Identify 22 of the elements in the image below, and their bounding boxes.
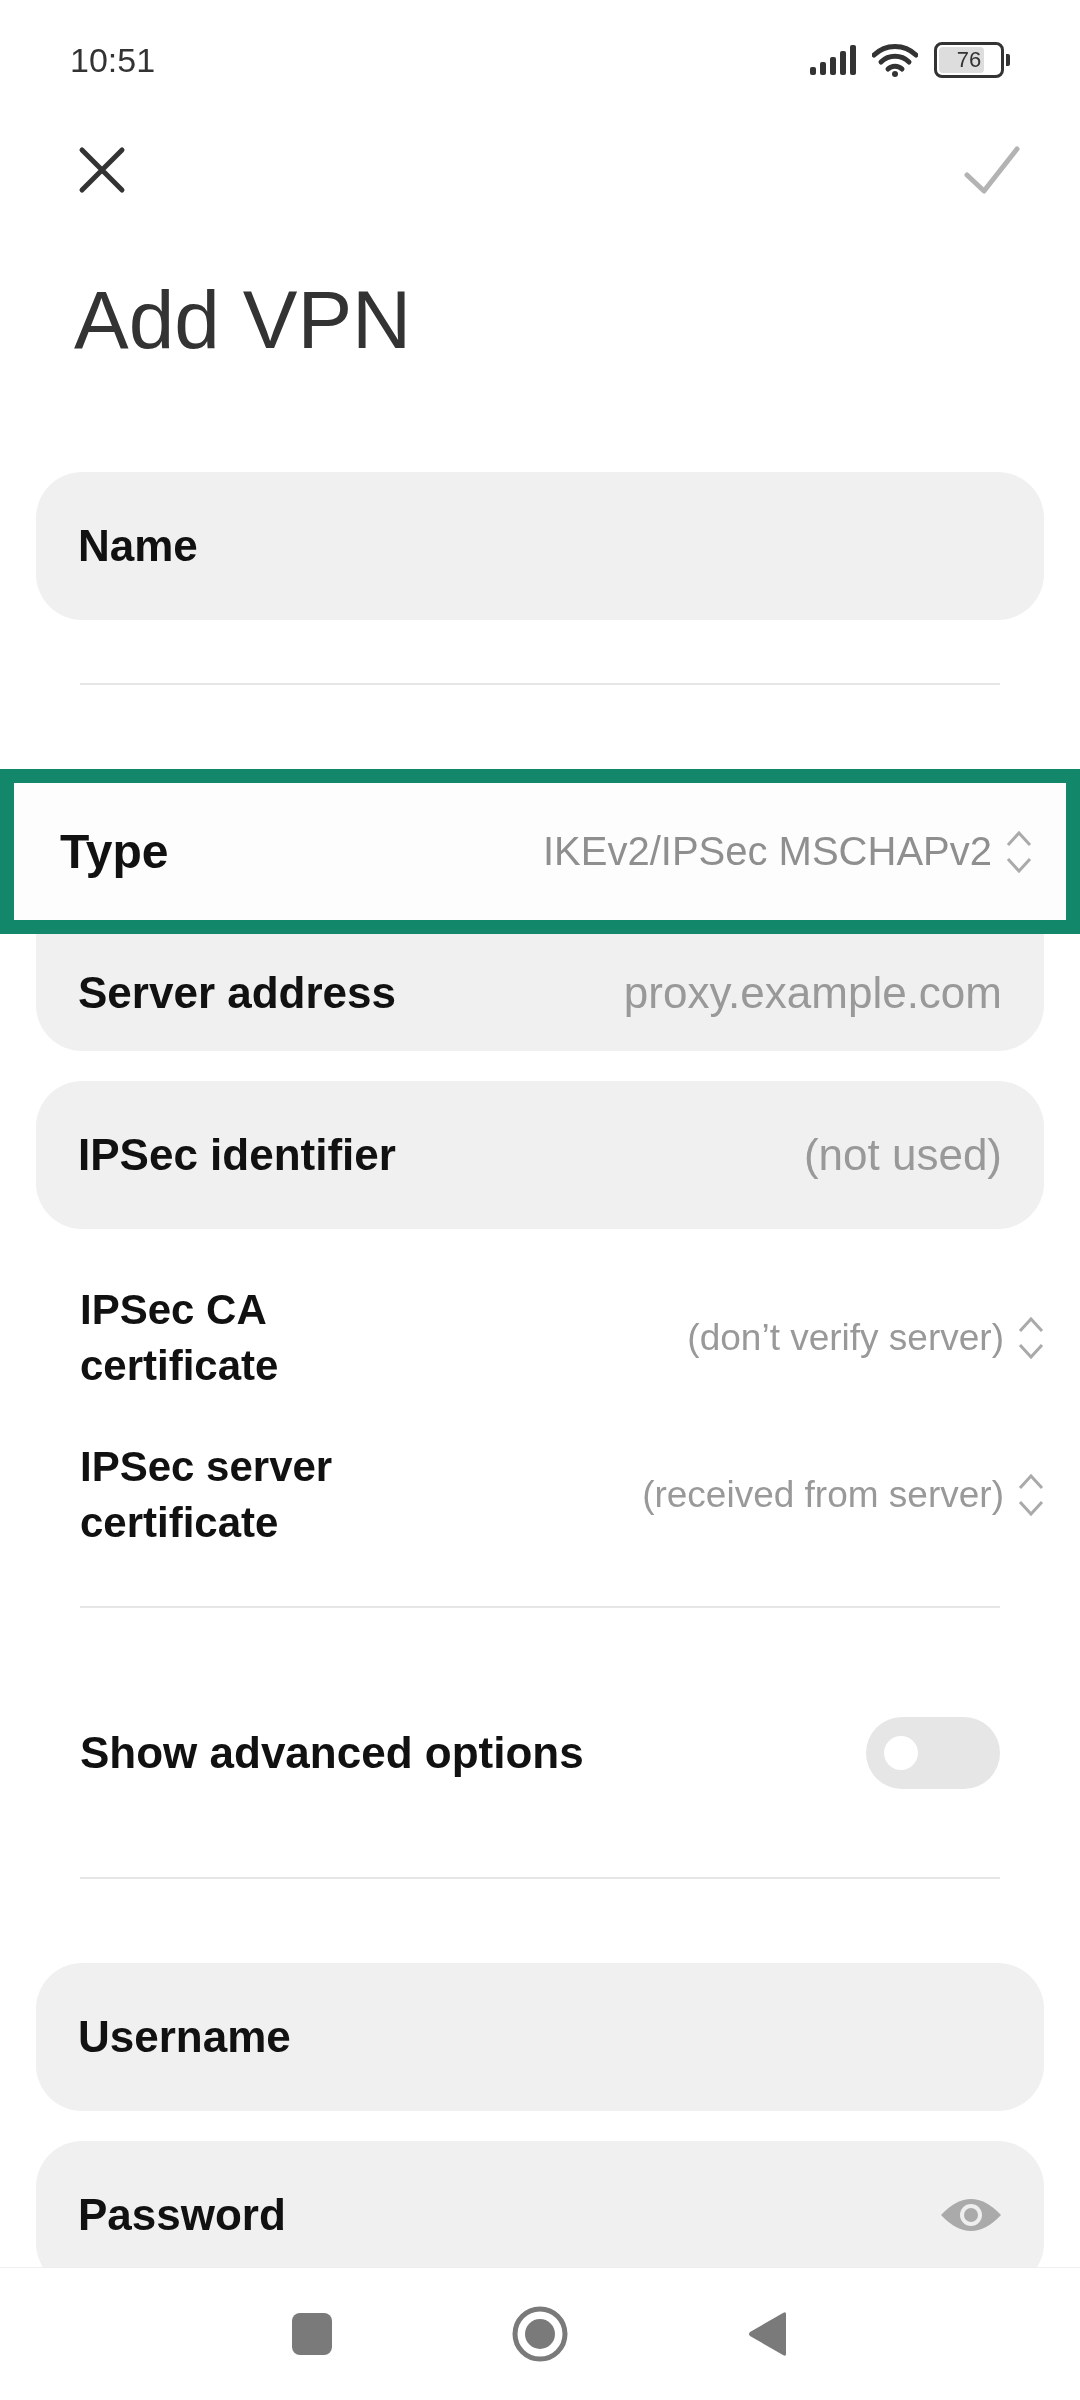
wifi-icon	[872, 43, 918, 77]
close-icon	[78, 146, 126, 194]
recents-icon[interactable]	[292, 2313, 332, 2355]
type-selector[interactable]: Type IKEv2/IPSec MSCHAPv2	[0, 769, 1080, 934]
page-title: Add VPN	[74, 273, 413, 367]
check-icon	[964, 145, 1020, 195]
input-field[interactable]: Username	[36, 1963, 1044, 2111]
close-button[interactable]	[78, 146, 126, 194]
status-time: 10:51	[70, 40, 156, 80]
input-field[interactable]: Name	[36, 472, 1044, 620]
updown-icon	[1006, 829, 1032, 874]
back-icon[interactable]	[748, 2311, 788, 2357]
dropdown-row[interactable]: IPSec server certificate (received from server)	[0, 1416, 1080, 1573]
input-field[interactable]: Password	[36, 2141, 1044, 2267]
home-icon[interactable]	[512, 2306, 568, 2362]
toggle-label: Show advanced options	[80, 1728, 584, 1778]
signal-icon	[810, 45, 856, 75]
dropdown-row[interactable]: IPSec CA certificate (don’t verify server)	[0, 1259, 1080, 1416]
input-field[interactable]: Server address proxy.example.com	[36, 934, 1044, 1051]
updown-icon	[1018, 1472, 1044, 1517]
input-field[interactable]: IPSec identifier (not used)	[36, 1081, 1044, 1229]
updown-icon	[1018, 1315, 1044, 1360]
